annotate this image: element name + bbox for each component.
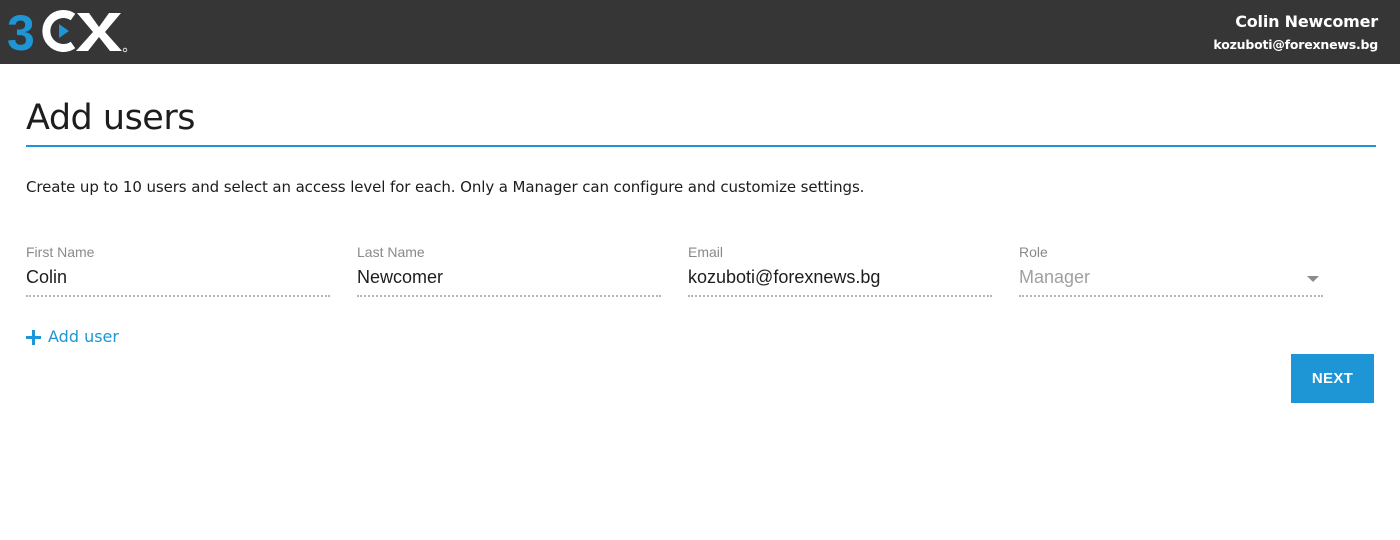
last-name-underline (357, 295, 661, 297)
next-button[interactable]: NEXT (1291, 354, 1374, 403)
top-bar: 3 Colin Newcomer kozuboti@forexnews.bg (0, 0, 1400, 64)
role-field: Role Manager (1019, 243, 1323, 299)
email-label: Email (688, 244, 724, 260)
user-name: Colin Newcomer (1235, 12, 1378, 31)
logo-3cx[interactable]: 3 (7, 8, 129, 54)
user-email: kozuboti@forexnews.bg (1213, 37, 1378, 52)
email-underline (688, 295, 992, 297)
last-name-input[interactable] (357, 265, 661, 289)
role-select[interactable]: Manager (1019, 265, 1323, 289)
page-title: Add users (26, 98, 195, 138)
role-underline (1019, 295, 1323, 297)
last-name-label: Last Name (357, 244, 425, 260)
first-name-underline (26, 295, 330, 297)
add-user-link[interactable]: Add user (26, 326, 119, 348)
add-user-label: Add user (48, 327, 119, 346)
email-field: Email (688, 243, 992, 299)
chevron-down-icon[interactable] (1307, 276, 1319, 282)
first-name-input[interactable] (26, 265, 330, 289)
intro-text: Create up to 10 users and select an acce… (26, 178, 865, 196)
last-name-field: Last Name (357, 243, 661, 299)
logo-3cx-mark: 3 (7, 8, 128, 54)
role-label: Role (1019, 244, 1048, 260)
title-divider (26, 145, 1376, 147)
user-info[interactable]: Colin Newcomer kozuboti@forexnews.bg (1213, 12, 1378, 54)
first-name-field: First Name (26, 243, 330, 299)
svg-text:3: 3 (7, 8, 35, 54)
email-input[interactable] (688, 265, 992, 289)
plus-icon (26, 329, 41, 345)
first-name-label: First Name (26, 244, 95, 260)
